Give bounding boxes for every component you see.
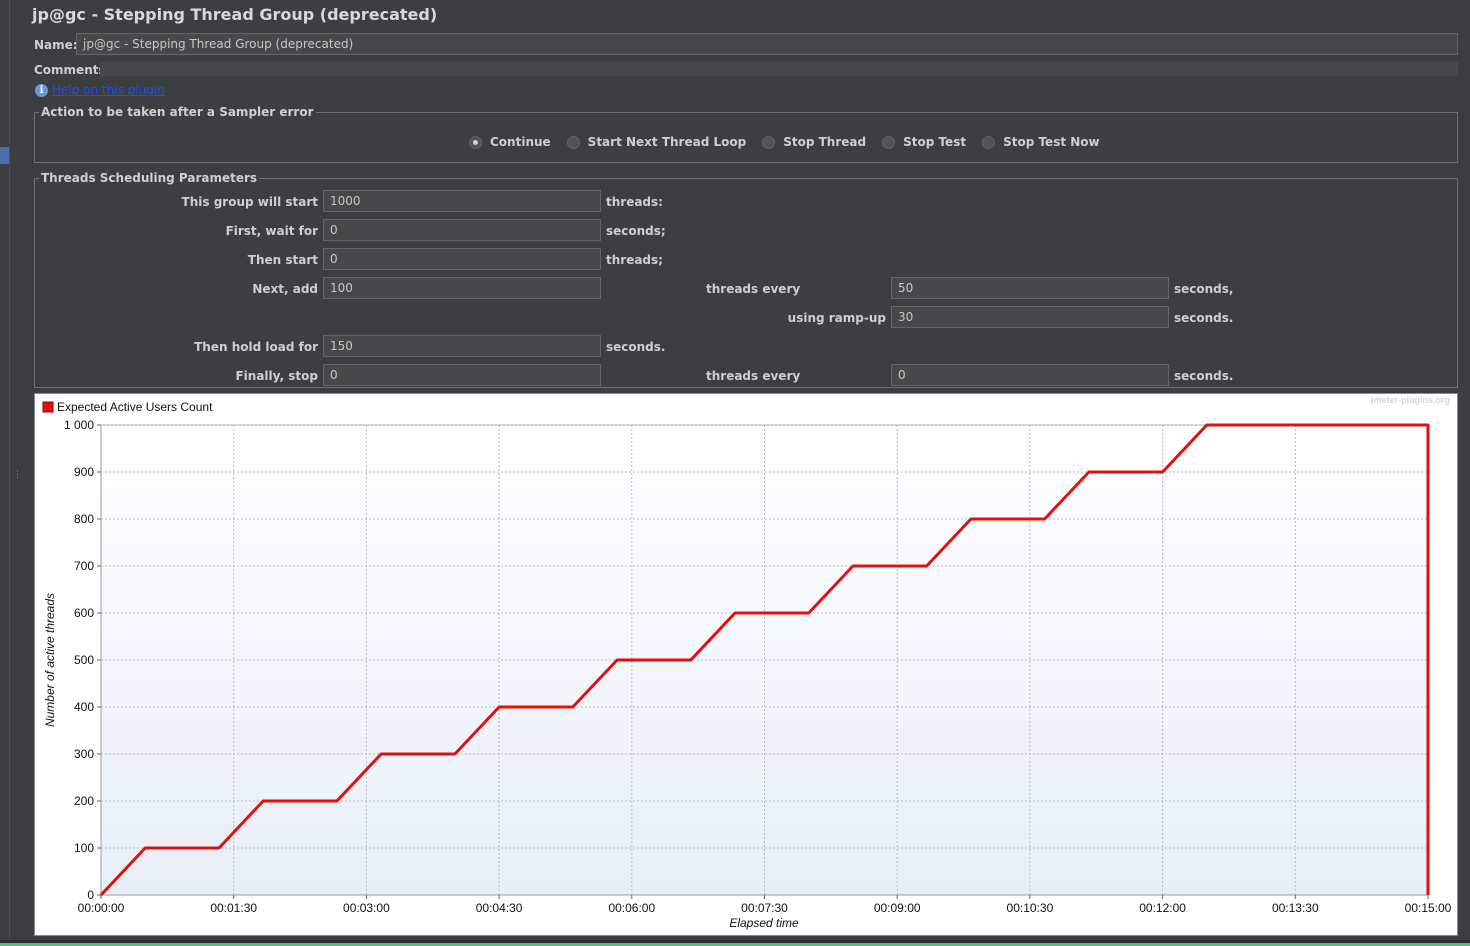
hold-label: Then hold load for [194,340,318,354]
x-tick-label: 00:00:00 [78,901,125,915]
y-tick-label: 600 [74,606,94,620]
radio-dot[interactable] [882,135,896,149]
comments-field[interactable] [100,62,1458,76]
radio-stop-test[interactable]: Stop Test [882,135,966,149]
x-tick-label: 00:03:00 [343,901,390,915]
then-start-unit: threads; [606,253,663,267]
left-panel-strip [0,0,10,946]
x-tick-label: 00:01:30 [210,901,257,915]
threads-every-label: threads every [706,282,801,296]
next-add-every-input[interactable]: 50 [891,277,1169,299]
thread-group-panel: jp@gc - Stepping Thread Group (deprecate… [27,0,1470,946]
sampler-error-options: Continue Start Next Thread Loop Stop Thr… [469,135,1116,149]
radio-start-next-thread-loop[interactable]: Start Next Thread Loop [566,135,746,149]
y-tick-label: 800 [74,512,94,526]
x-tick-label: 00:06:00 [608,901,655,915]
y-tick-label: 300 [74,747,94,761]
splitter-grip-icon[interactable]: ⋮ [13,470,22,480]
wait-input[interactable]: 0 [323,219,601,241]
x-axis-ticks: 00:00:00 00:01:30 00:03:00 00:04:30 00:06:00… [78,895,1452,915]
tree-selection-marker [0,147,9,164]
stop-threads-every-label: threads every [706,369,801,383]
rampup-input[interactable]: 30 [891,306,1169,328]
sampler-error-legend: Action to be taken after a Sampler error [39,105,316,119]
stop-label: Finally, stop [235,369,318,383]
radio-stop-test-now[interactable]: Stop Test Now [982,135,1100,149]
y-axis-label: Number of active threads [43,593,57,727]
scheduling-group: Threads Scheduling Parameters This group… [34,171,1458,388]
y-tick-label: 200 [74,794,94,808]
next-add-input[interactable]: 100 [323,277,601,299]
y-axis-ticks: 0 100 200 300 400 500 600 700 800 900 1 000 [64,418,101,902]
group-start-unit: threads: [606,195,663,209]
name-label: Name: [34,38,78,52]
chart-panel: 0 100 200 300 400 500 600 700 800 900 1 000 00:00:… [34,393,1458,936]
y-tick-label: 700 [74,559,94,573]
radio-dot[interactable] [982,135,996,149]
hold-unit: seconds. [606,340,666,354]
stop-every-unit: seconds. [1174,369,1234,383]
y-tick-label: 900 [74,465,94,479]
name-field[interactable]: jp@gc - Stepping Thread Group (deprecate… [76,33,1458,55]
stop-every-input[interactable]: 0 [891,364,1169,386]
legend-swatch [42,401,54,413]
then-start-input[interactable]: 0 [323,248,601,270]
rampup-label: using ramp-up [787,311,886,325]
next-add-every-unit: seconds, [1174,282,1234,296]
legend-entry: Expected Active Users Count [57,400,213,414]
next-add-label: Next, add [252,282,318,296]
y-tick-label: 100 [74,841,94,855]
page-title: jp@gc - Stepping Thread Group (deprecate… [32,5,438,24]
watermark: jmeter-plugins.org [1370,395,1450,405]
sampler-error-group: Action to be taken after a Sampler error… [34,105,1458,163]
x-tick-label: 00:07:30 [741,901,788,915]
wait-label: First, wait for [225,224,318,238]
radio-dot-selected[interactable] [469,135,482,149]
x-tick-label: 00:13:30 [1272,901,1319,915]
radio-dot[interactable] [566,135,580,149]
comments-label: Comments: [34,63,111,77]
scheduling-legend: Threads Scheduling Parameters [39,171,260,185]
x-tick-label: 00:04:30 [476,901,523,915]
y-tick-label: 400 [74,700,94,714]
radio-dot[interactable] [762,135,776,149]
y-tick-label: 1 000 [64,418,94,432]
x-axis-label: Elapsed time [729,916,799,930]
x-tick-label: 00:15:00 [1405,901,1452,915]
active-users-chart: 0 100 200 300 400 500 600 700 800 900 1 000 00:00:… [42,395,1452,930]
help-row: i Help on this plugin [35,83,165,97]
radio-stop-thread[interactable]: Stop Thread [762,135,866,149]
help-link[interactable]: Help on this plugin [52,83,165,97]
wait-unit: seconds; [606,224,666,238]
group-start-input[interactable]: 1000 [323,190,601,212]
group-start-label: This group will start [181,195,318,209]
x-tick-label: 00:12:00 [1139,901,1186,915]
y-tick-label: 0 [87,888,94,902]
plot-area [100,424,1429,896]
legend: Expected Active Users Count [42,400,213,414]
y-tick-label: 500 [74,653,94,667]
radio-continue[interactable]: Continue [469,135,551,149]
hold-input[interactable]: 150 [323,335,601,357]
x-tick-label: 00:09:00 [874,901,921,915]
then-start-label: Then start [247,253,318,267]
rampup-unit: seconds. [1174,311,1234,325]
stop-input[interactable]: 0 [323,364,601,386]
x-tick-label: 00:10:30 [1007,901,1054,915]
info-icon: i [35,83,48,97]
